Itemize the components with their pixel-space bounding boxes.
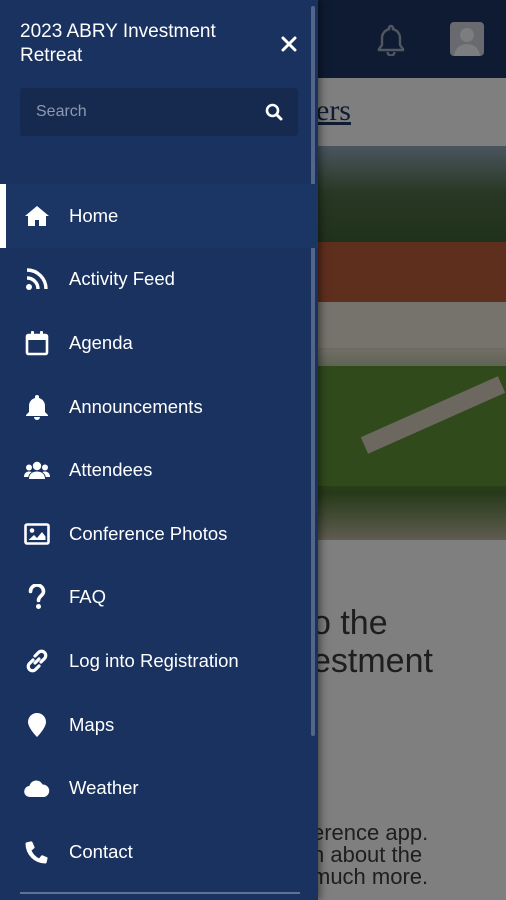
menu-item-label: Activity Feed [69, 268, 175, 290]
menu-item-home[interactable]: Home [0, 184, 318, 248]
users-icon [24, 457, 50, 483]
menu-item-label: Agenda [69, 331, 133, 353]
image-icon [24, 521, 50, 547]
calendar-icon [24, 330, 50, 356]
drawer-title: 2023 ABRY Investment Retreat [20, 21, 216, 66]
menu-item-contact[interactable]: Contact [0, 820, 318, 884]
menu-item-conference-photos[interactable]: Conference Photos [0, 502, 318, 566]
menu-item-log-into-registration[interactable]: Log into Registration [0, 629, 318, 693]
menu-item-attendees[interactable]: Attendees [0, 438, 318, 502]
drawer-menu: Home Activity Feed Agenda Announcements … [0, 184, 318, 884]
menu-item-label: Contact [69, 840, 133, 862]
drawer-divider [20, 892, 300, 894]
map-marker-icon [24, 712, 50, 738]
search-icon[interactable] [264, 102, 284, 122]
menu-item-label: Weather [69, 777, 139, 799]
search-input[interactable] [36, 103, 264, 121]
menu-item-label: Home [69, 204, 119, 226]
menu-item-agenda[interactable]: Agenda [0, 311, 318, 375]
menu-item-label: Log into Registration [69, 649, 239, 671]
bell-icon [24, 394, 50, 420]
rss-icon [24, 266, 50, 292]
menu-item-label: Conference Photos [69, 522, 228, 544]
cloud-icon [24, 775, 50, 801]
menu-item-weather[interactable]: Weather [0, 756, 318, 820]
menu-item-label: Announcements [69, 395, 203, 417]
phone-icon [24, 839, 50, 865]
menu-item-activity-feed[interactable]: Activity Feed [0, 248, 318, 312]
menu-item-faq[interactable]: FAQ [0, 566, 318, 630]
navigation-drawer: 2023 ABRY Investment Retreat Home Activi… [0, 0, 318, 900]
menu-item-announcements[interactable]: Announcements [0, 375, 318, 439]
menu-item-label: Maps [69, 713, 115, 735]
question-icon [24, 584, 50, 610]
menu-item-maps[interactable]: Maps [0, 693, 318, 757]
search-bar [20, 88, 298, 136]
menu-item-label: Attendees [69, 459, 153, 481]
home-icon [24, 203, 50, 229]
link-icon [24, 648, 50, 674]
close-icon[interactable] [276, 30, 302, 58]
menu-item-label: FAQ [69, 586, 107, 608]
